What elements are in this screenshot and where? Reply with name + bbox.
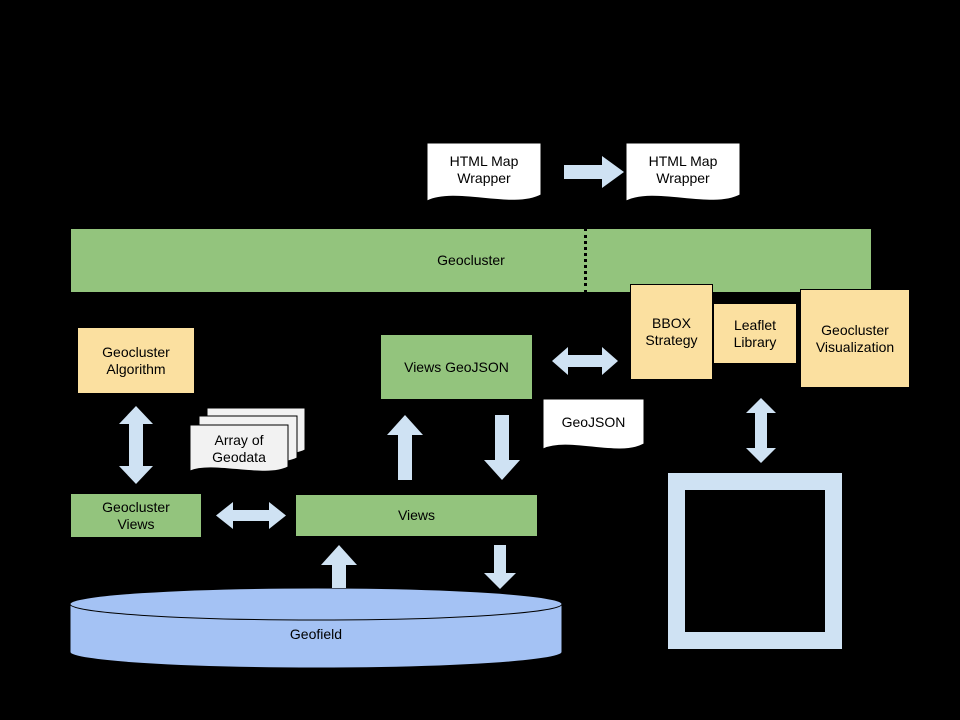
node-label: BBOX Strategy — [645, 315, 698, 348]
node-label: Views GeoJSON — [404, 358, 509, 375]
node-label: Views — [397, 507, 436, 524]
arrow-wrapper-to-wrapper-icon — [564, 155, 624, 189]
node-html-map-wrapper-left[interactable]: HTML Map Wrapper — [427, 143, 541, 205]
node-label: GeoJSON — [561, 413, 626, 430]
node-label: Geocluster Views — [102, 498, 170, 532]
node-label: Geocluster Algorithm — [102, 343, 170, 377]
node-geofield[interactable]: Geofield — [70, 588, 562, 668]
arrow-views-geojson-to-views-icon — [484, 415, 520, 480]
node-map-frame[interactable] — [668, 473, 842, 649]
node-geojson[interactable]: GeoJSON — [543, 399, 644, 454]
arrow-geocluster-visualization-to-map-frame-icon — [745, 398, 777, 463]
arrow-geocluster-algorithm-to-geocluster-views-icon — [116, 406, 156, 484]
arrow-geofield-to-views-icon — [321, 545, 357, 593]
node-geocluster-banner[interactable]: Geocluster — [70, 228, 872, 293]
node-array-of-geodata[interactable]: Array of Geodata — [190, 408, 305, 476]
node-label: Array of Geodata — [212, 432, 266, 465]
arrow-views-geojson-to-bbox-strategy-icon — [552, 345, 618, 377]
geocluster-banner-split-divider — [584, 228, 587, 293]
arrow-views-to-geofield-icon — [484, 545, 516, 589]
node-label: Geofield — [289, 625, 343, 642]
node-views[interactable]: Views — [295, 494, 538, 537]
node-geocluster-views[interactable]: Geocluster Views — [70, 493, 202, 538]
arrow-geocluster-views-to-views-icon — [216, 500, 286, 531]
node-label: Geocluster — [437, 252, 505, 269]
node-label: Leaflet Library — [733, 316, 777, 350]
node-geocluster-visualization[interactable]: Geocluster Visualization — [800, 289, 910, 388]
node-geocluster-algorithm[interactable]: Geocluster Algorithm — [77, 327, 195, 394]
node-bbox-strategy[interactable]: BBOX Strategy — [630, 284, 713, 380]
node-leaflet-library[interactable]: Leaflet Library — [713, 303, 797, 364]
node-views-geojson[interactable]: Views GeoJSON — [380, 334, 533, 400]
arrow-views-to-views-geojson-icon — [387, 415, 423, 480]
node-label: Geocluster Visualization — [815, 321, 895, 355]
node-label: HTML Map Wrapper — [449, 152, 519, 186]
diagram-canvas: HTML Map Wrapper HTML Map Wrapper Geoclu… — [0, 0, 960, 720]
node-html-map-wrapper-right[interactable]: HTML Map Wrapper — [626, 143, 740, 205]
node-label: HTML Map Wrapper — [648, 152, 718, 186]
